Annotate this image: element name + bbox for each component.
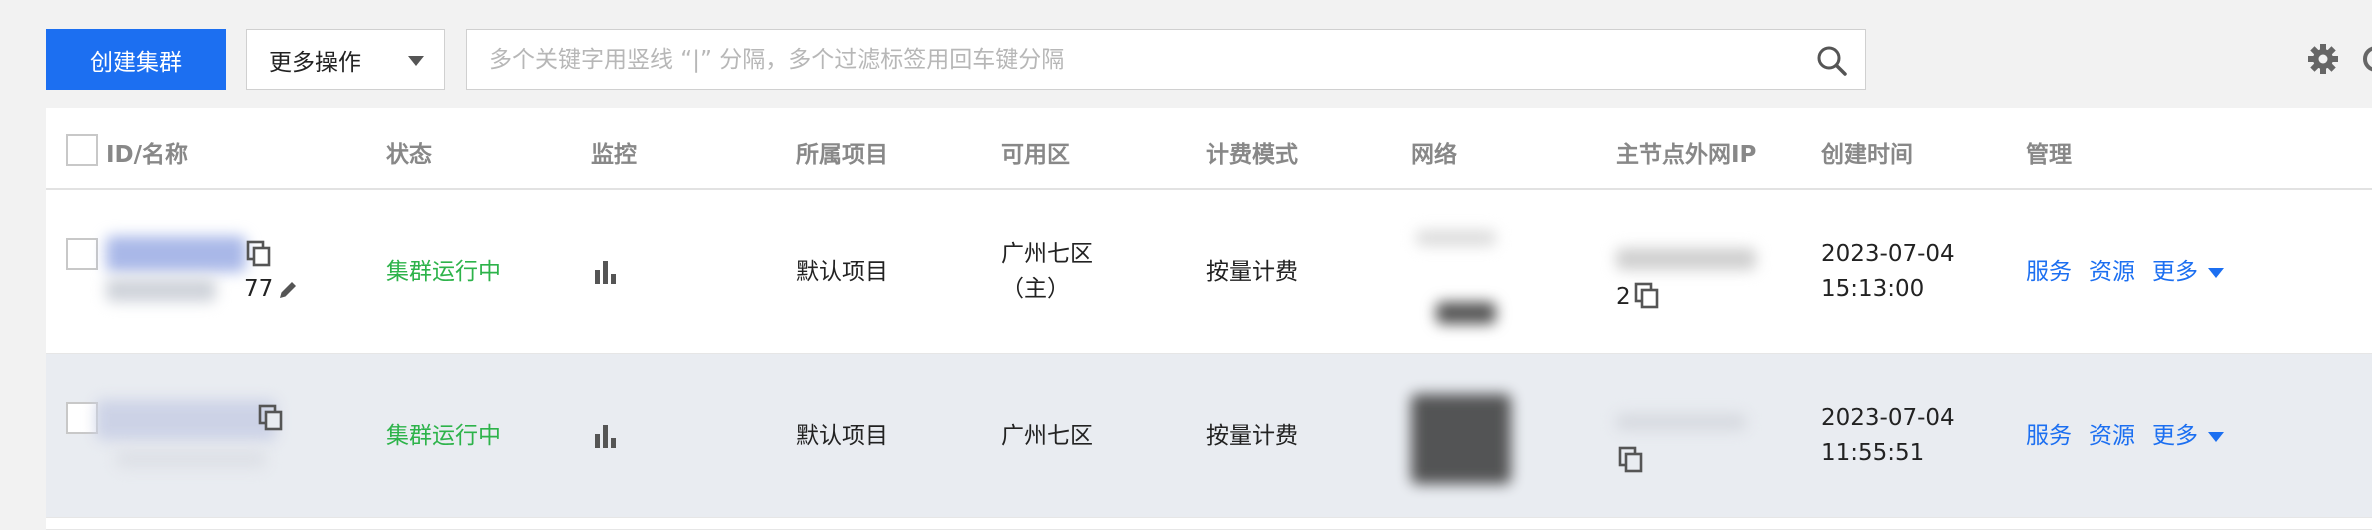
billing-text: 按量计费: [1206, 423, 1298, 449]
more-actions-label: 更多: [2152, 259, 2198, 285]
column-network: 网络: [1411, 142, 1457, 168]
caret-down-icon: [2208, 431, 2224, 442]
column-created-time: 创建时间: [1821, 142, 1913, 168]
monitor-bar-chart-icon[interactable]: [592, 422, 620, 450]
zone-text: 广州七区: [1001, 241, 1093, 267]
project-text: 默认项目: [796, 423, 888, 449]
column-master-public-ip: 主节点外网IP: [1616, 142, 1757, 168]
cluster-id-suffix: 77: [244, 276, 274, 302]
toolbar: 创建集群 更多操作: [0, 0, 2372, 108]
row-checkbox[interactable]: [66, 238, 98, 270]
copy-icon[interactable]: [1634, 282, 1660, 310]
table-row: [46, 518, 2372, 530]
search-icon[interactable]: [1815, 44, 1849, 78]
column-billing: 计费模式: [1206, 142, 1298, 168]
cluster-name-redacted: [106, 278, 216, 302]
search-input[interactable]: [489, 31, 1789, 88]
zone-text: 广州七区: [1001, 423, 1093, 449]
network-redacted: [1416, 230, 1496, 246]
table-header: ID/名称 状态 监控 所属项目 可用区 计费模式 网络 主节点外网IP 创建时…: [46, 108, 2372, 190]
copy-icon[interactable]: [1618, 446, 1644, 474]
caret-down-icon: [408, 56, 424, 66]
network-subnet-redacted: [1436, 302, 1496, 324]
more-actions-dropdown[interactable]: 更多: [2152, 419, 2224, 453]
search-box: [466, 29, 1866, 90]
copy-icon[interactable]: [246, 240, 272, 268]
column-status: 状态: [386, 142, 432, 168]
service-link[interactable]: 服务: [2026, 419, 2072, 453]
cluster-table: ID/名称 状态 监控 所属项目 可用区 计费模式 网络 主节点外网IP 创建时…: [46, 108, 2372, 530]
table-row: 集群运行中 默认项目 广州七区 按量计费 2023-07-04 11:55:51…: [46, 354, 2372, 518]
resource-link[interactable]: 资源: [2089, 419, 2135, 453]
more-operations-label: 更多操作: [269, 49, 361, 76]
more-operations-dropdown[interactable]: 更多操作: [246, 29, 445, 90]
more-actions-dropdown[interactable]: 更多: [2152, 255, 2224, 289]
created-date: 2023-07-04: [1821, 405, 1955, 431]
created-time: 11:55:51: [1821, 440, 1925, 466]
table-row: 77 集群运行中 默认项目 广州七区 （主） 按量计费 2 2023-07-04…: [46, 190, 2372, 354]
settings-gear-icon[interactable]: [2306, 42, 2340, 76]
column-zone: 可用区: [1001, 142, 1070, 168]
ip-redacted: [1616, 414, 1746, 430]
ip-redacted: [1616, 248, 1756, 270]
service-link[interactable]: 服务: [2026, 255, 2072, 289]
monitor-bar-chart-icon[interactable]: [592, 258, 620, 286]
caret-down-icon: [2208, 267, 2224, 278]
cluster-id-redacted: [106, 236, 246, 272]
created-time: 15:13:00: [1821, 276, 1925, 302]
project-text: 默认项目: [796, 259, 888, 285]
row-checkbox[interactable]: [66, 402, 98, 434]
edit-pencil-icon[interactable]: [276, 278, 300, 302]
column-project: 所属项目: [796, 142, 888, 168]
column-settings-icon[interactable]: [2360, 44, 2372, 74]
network-redacted: [1411, 394, 1511, 484]
copy-icon[interactable]: [258, 404, 284, 432]
more-actions-label: 更多: [2152, 423, 2198, 449]
column-monitor: 监控: [591, 142, 637, 168]
status-text: 集群运行中: [386, 423, 501, 449]
column-manage: 管理: [2026, 142, 2072, 168]
billing-text: 按量计费: [1206, 259, 1298, 285]
zone-primary-tag: （主）: [1001, 276, 1070, 302]
column-id-name: ID/名称: [106, 142, 189, 168]
resource-link[interactable]: 资源: [2089, 255, 2135, 289]
status-text: 集群运行中: [386, 259, 501, 285]
cluster-id-redacted: [96, 400, 276, 440]
cluster-name-redacted: [116, 450, 266, 468]
select-all-checkbox[interactable]: [66, 134, 98, 166]
create-cluster-button[interactable]: 创建集群: [46, 29, 226, 90]
created-date: 2023-07-04: [1821, 241, 1955, 267]
ip-suffix: 2: [1616, 284, 1631, 310]
